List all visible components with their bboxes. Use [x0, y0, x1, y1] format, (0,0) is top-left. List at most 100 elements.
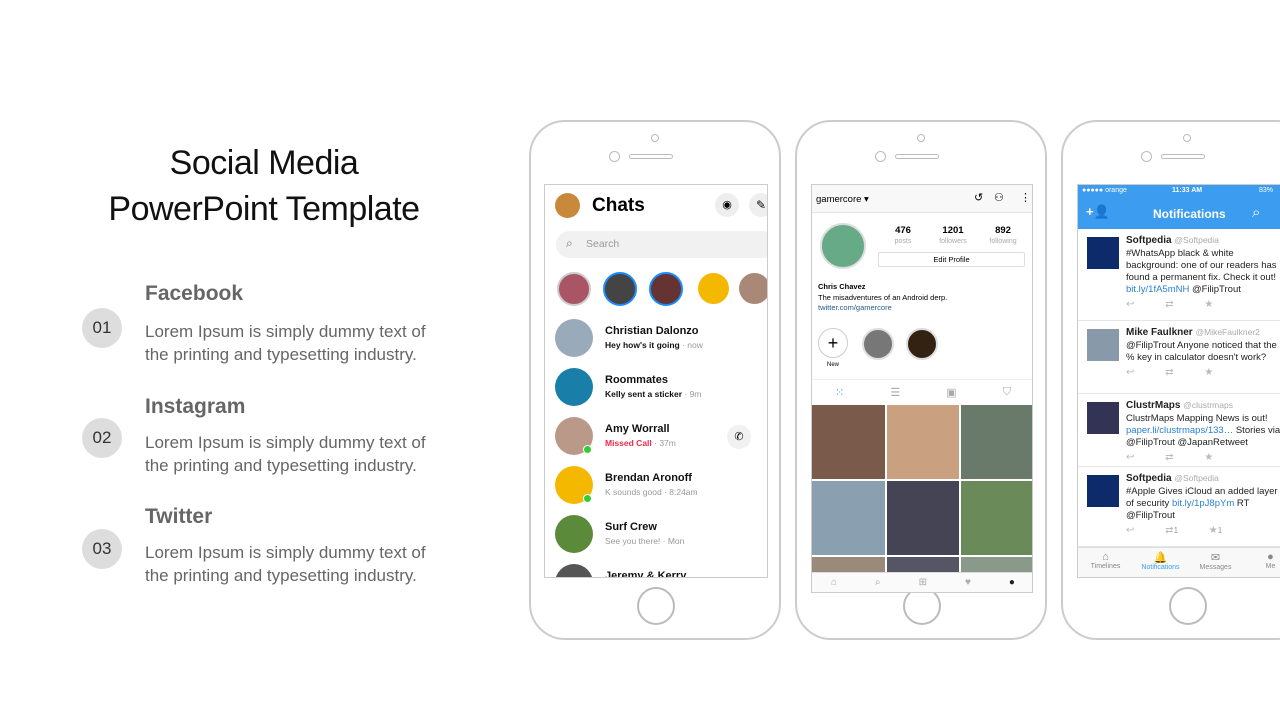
- item-heading: Instagram: [145, 395, 246, 418]
- camera: [917, 134, 925, 142]
- tweet[interactable]: Softpedia @Softpedia #Apple Gives iCloud…: [1078, 467, 1280, 547]
- home-icon[interactable]: ⌂: [831, 577, 837, 588]
- favorite-icon[interactable]: ★: [1204, 452, 1213, 463]
- profile-stats: 476 posts 1201 followers 892 following: [894, 225, 1017, 245]
- photo-thumbnail[interactable]: [886, 405, 960, 479]
- tweet-handle: @Softpedia: [1174, 235, 1219, 245]
- speaker: [1161, 154, 1205, 159]
- tab-messages[interactable]: ✉ Messages: [1188, 551, 1243, 571]
- chat-name: Roommates: [605, 374, 668, 386]
- tweet-handle: @clustrmaps: [1183, 400, 1233, 410]
- tweet-avatar: [1087, 329, 1119, 361]
- chat-row[interactable]: Surf Crew See you there! · Mon: [555, 515, 765, 559]
- tweet-text: ClustrMaps Mapping News is out! paper.li/…: [1126, 413, 1280, 448]
- story[interactable]: [603, 272, 637, 306]
- tweet-avatar: [1087, 475, 1119, 507]
- story[interactable]: [649, 272, 683, 306]
- chat-row[interactable]: Roommates Kelly sent a sticker · 9m: [555, 368, 765, 412]
- search-icon[interactable]: ⌕: [1252, 204, 1260, 221]
- speaker: [895, 154, 939, 159]
- more-icon[interactable]: ⋮: [1020, 191, 1031, 204]
- item-body: Lorem Ipsum is simply dummy text of the …: [145, 543, 426, 585]
- profile-icon[interactable]: ●: [1009, 577, 1015, 588]
- reply-icon[interactable]: ↩: [1126, 367, 1134, 378]
- tweet[interactable]: Softpedia @Softpedia #WhatsApp black & w…: [1078, 229, 1280, 321]
- reply-icon[interactable]: ↩: [1126, 299, 1134, 310]
- chat-avatar: [555, 564, 593, 577]
- tweet-link[interactable]: paper.li/clustrmaps/133…: [1126, 425, 1233, 436]
- profile-avatar[interactable]: [555, 193, 580, 218]
- phone-instagram: gamercore ▾ ↺ ⚇ ⋮ 476 posts 1201 followers…: [795, 120, 1047, 640]
- favorite-icon[interactable]: ★: [1204, 299, 1213, 310]
- grid-icon[interactable]: ⁙: [835, 386, 844, 399]
- add-user-icon[interactable]: ⚇: [994, 191, 1004, 204]
- tagged-icon[interactable]: ▣: [946, 386, 956, 399]
- profile-avatar[interactable]: [820, 223, 866, 269]
- tweet-avatar: [1087, 237, 1119, 269]
- story[interactable]: [739, 273, 767, 304]
- tweet-link[interactable]: bit.ly/1fA5mNH: [1126, 284, 1189, 295]
- chat-preview: K sounds good · 8:24am: [605, 487, 698, 497]
- chat-name: Surf Crew: [605, 521, 657, 533]
- story-add[interactable]: [557, 272, 591, 306]
- tab-me[interactable]: ● Me: [1243, 551, 1280, 570]
- compose-icon[interactable]: ✎: [749, 193, 767, 217]
- tweet[interactable]: ClustrMaps @clustrmaps ClustrMaps Mappin…: [1078, 394, 1280, 467]
- messenger-screen: Chats ◉ ✎ ⌕ Search Christian Dalonzo Hey …: [544, 184, 768, 578]
- story-highlight[interactable]: [862, 328, 894, 360]
- tab-notifications[interactable]: 🔔 Notifications: [1133, 551, 1188, 571]
- tweet-actions: ↩ ⇄ ★: [1126, 367, 1213, 378]
- item-body: Lorem Ipsum is simply dummy text of the …: [145, 322, 426, 364]
- story-highlight[interactable]: [906, 328, 938, 360]
- home-button[interactable]: [1169, 587, 1207, 625]
- photo-thumbnail[interactable]: [961, 481, 1032, 555]
- reply-icon[interactable]: ↩: [1126, 525, 1134, 536]
- edit-profile-button[interactable]: Edit Profile: [878, 252, 1025, 267]
- number-badge: 03: [82, 529, 122, 569]
- history-icon[interactable]: ↺: [974, 191, 983, 204]
- retweet-icon[interactable]: ⇄: [1165, 299, 1173, 310]
- home-button[interactable]: [637, 587, 675, 625]
- header-title: Notifications: [1153, 207, 1226, 221]
- favorite-icon[interactable]: ★1: [1209, 525, 1222, 536]
- chat-row[interactable]: Amy Worrall Missed Call · 37m ✆: [555, 417, 765, 461]
- camera: [651, 134, 659, 142]
- search-icon[interactable]: ⌕: [875, 577, 881, 588]
- retweet-icon[interactable]: ⇄: [1165, 452, 1173, 463]
- bell-icon: 🔔: [1153, 552, 1168, 564]
- tab-timelines[interactable]: ⌂ Timelines: [1078, 551, 1133, 570]
- camera-icon[interactable]: ◉: [715, 193, 739, 217]
- photo-thumbnail[interactable]: [812, 405, 885, 479]
- profile-tabs: ⁙ ☰ ▣ ⛉: [812, 379, 1032, 405]
- phone-icon[interactable]: ✆: [727, 425, 751, 449]
- list-icon[interactable]: ☰: [890, 386, 900, 399]
- username-dropdown[interactable]: gamercore ▾: [816, 194, 869, 205]
- profile-link[interactable]: twitter.com/gamercore: [818, 303, 892, 312]
- photo-thumbnail[interactable]: [886, 481, 960, 555]
- sensor: [1141, 151, 1152, 162]
- bookmark-icon[interactable]: ⛉: [1003, 386, 1011, 399]
- retweet-icon[interactable]: ⇄1: [1165, 525, 1178, 536]
- reply-icon[interactable]: ↩: [1126, 452, 1134, 463]
- photo-thumbnail[interactable]: [961, 405, 1032, 479]
- chat-row[interactable]: Jeremy & Kerry: [555, 564, 765, 578]
- tweet-author: ClustrMaps: [1126, 400, 1181, 411]
- tweet-actions: ↩ ⇄1 ★1: [1126, 525, 1222, 536]
- chat-row[interactable]: Brendan Aronoff K sounds good · 8:24am: [555, 466, 765, 510]
- speaker: [629, 154, 673, 159]
- heart-icon[interactable]: ♥: [965, 577, 971, 588]
- story[interactable]: [698, 273, 729, 304]
- add-post-icon[interactable]: ⊞: [919, 577, 927, 588]
- favorite-icon[interactable]: ★: [1204, 367, 1213, 378]
- chat-preview: Missed Call · 37m: [605, 438, 676, 448]
- photo-thumbnail[interactable]: [812, 481, 885, 555]
- search-input[interactable]: ⌕ Search: [556, 231, 767, 258]
- online-indicator: [583, 494, 592, 503]
- new-highlight-button[interactable]: +: [818, 328, 848, 358]
- chat-name: Jeremy & Kerry: [605, 570, 687, 578]
- retweet-icon[interactable]: ⇄: [1165, 367, 1173, 378]
- tweet-link[interactable]: bit.ly/1pJ8pYm: [1172, 498, 1234, 509]
- tweet[interactable]: Mike Faulkner @MikeFaulkner2 @FilipTrout…: [1078, 321, 1280, 394]
- chat-row[interactable]: Christian Dalonzo Hey how's it going · no…: [555, 319, 765, 363]
- add-user-icon[interactable]: +👤: [1086, 204, 1110, 220]
